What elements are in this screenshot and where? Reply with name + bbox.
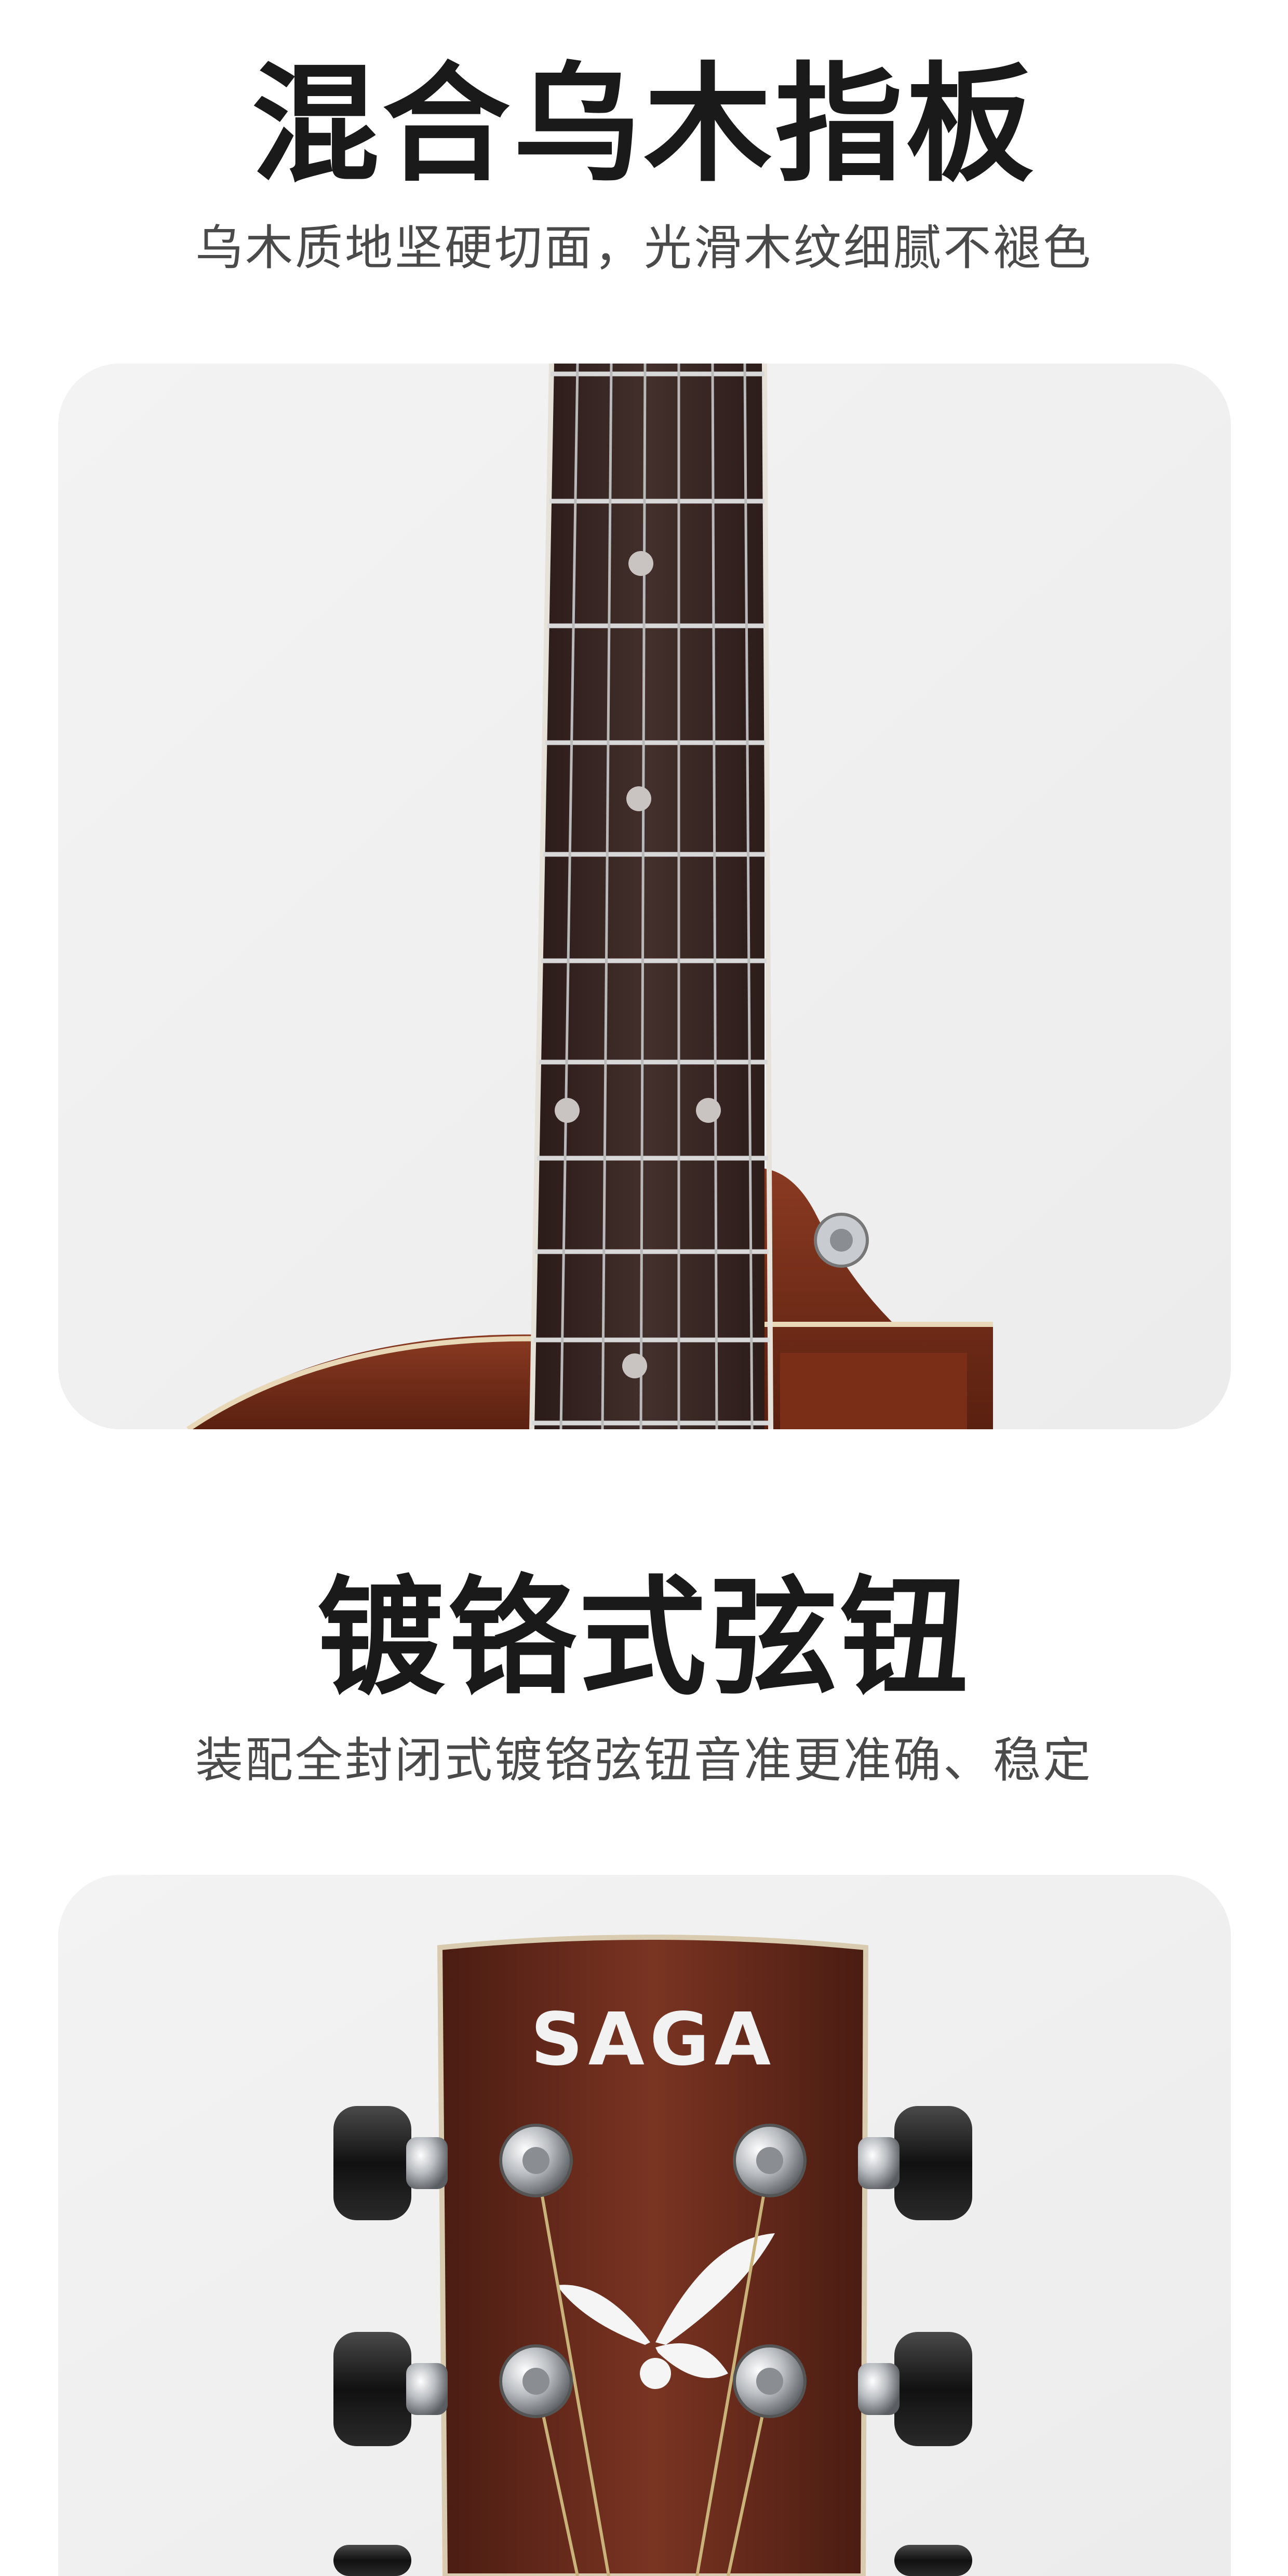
section-title-tuners: 镀铬式弦钮 bbox=[316, 1564, 971, 1713]
fretboard-illustration bbox=[58, 364, 1231, 1429]
headstock-illustration: SAGA bbox=[58, 1875, 1231, 2576]
section-title-fretboard: 混合乌木指板 bbox=[251, 51, 1037, 199]
section-subtitle-tuners: 装配全封闭式镀铬弦钮音准更准确、稳定 bbox=[195, 1733, 1093, 1788]
fretboard bbox=[532, 364, 764, 1429]
fretboard-photo bbox=[58, 364, 1231, 1429]
brand-logo: SAGA bbox=[531, 1997, 776, 2082]
section-subtitle-fretboard: 乌木质地坚硬切面，光滑木纹细腻不褪色 bbox=[195, 220, 1093, 276]
headstock-photo: SAGA bbox=[58, 1875, 1231, 2576]
